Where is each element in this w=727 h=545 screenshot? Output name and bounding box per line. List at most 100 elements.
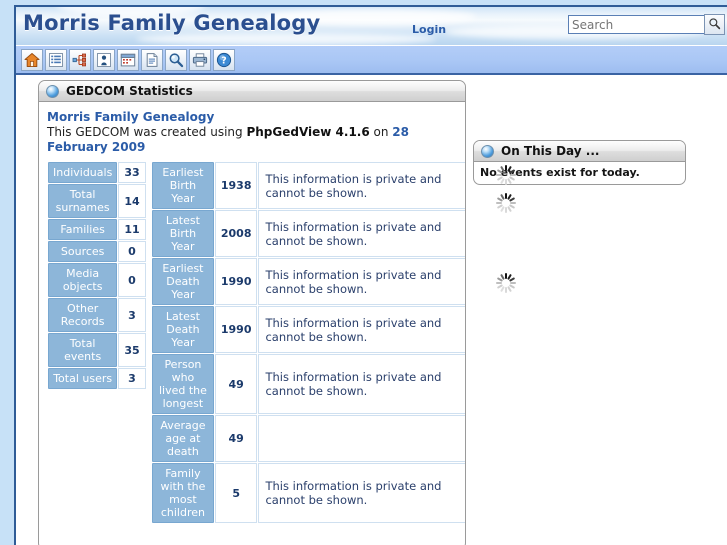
toolbar-reports-button[interactable] [141,48,163,71]
software-version: PhpGedView 4.1.6 [246,125,370,139]
spinner-spoke [505,207,507,213]
table-row: Other Records 3 [48,298,146,332]
stat-note: This information is private and cannot b… [258,354,465,414]
tree-chart-icon [72,52,88,68]
stat-label: Individuals [48,162,118,183]
stat-note: This information is private and cannot b… [258,210,465,257]
stat-value: 2008 [214,210,258,257]
table-row: Total surnames 14 [48,184,146,218]
created-prefix: This GEDCOM was created using [47,125,247,139]
loading-spinner-icon [495,272,517,294]
document-icon [144,52,160,68]
stat-label: Family with the most children [152,463,214,523]
printer-icon [192,52,208,68]
table-row: Sources 0 [48,241,146,262]
stat-value: 1990 [214,306,258,353]
gedcom-description: This GEDCOM was created using PhpGedView… [47,125,452,155]
list-icon [48,52,64,68]
on-this-day-title: On This Day ... [501,144,600,158]
table-row: Earliest Death Year 1990 This information … [152,258,465,305]
table-row: Media objects 0 [48,263,146,297]
table-row: Family with the most children 5 This infor… [152,463,465,523]
gedcom-name: Morris Family Genealogy [47,110,215,124]
stat-value: 49 [214,354,258,414]
stat-value: 14 [118,184,146,218]
detail-statistics-body: Earliest Birth Year 1938 This information … [152,162,465,523]
stat-value: 11 [118,219,146,240]
spinner-spoke [496,282,502,284]
stat-value: 33 [118,162,146,183]
person-icon [96,52,112,68]
stat-note: This information is private and cannot b… [258,463,465,523]
toolbar-charts-button[interactable] [69,48,91,71]
help-icon: ? [216,52,232,68]
page-title: Morris Family Genealogy [23,11,321,35]
stat-label: Total surnames [48,184,118,218]
icon-toolbar: ? [16,45,727,75]
table-row: Earliest Birth Year 1938 This information … [152,162,465,209]
stat-note [258,415,465,462]
stat-value: 5 [214,463,258,523]
svg-text:?: ? [221,55,226,66]
stat-label: Media objects [48,263,118,297]
gedcom-statistics-title: GEDCOM Statistics [66,84,193,98]
main-content: GEDCOM Statistics Morris Family Genealog… [16,75,727,545]
table-row: Person who lived the longest 49 This infor… [152,354,465,414]
stat-value: 35 [118,333,146,367]
toolbar-lists-button[interactable] [45,48,67,71]
gedcom-statistics-header: GEDCOM Statistics [39,81,465,102]
blue-orb-icon [481,144,494,158]
search-submit-button[interactable] [704,14,725,35]
spinner-spoke [496,174,502,176]
blue-orb-icon [46,84,59,98]
magnifier-icon [708,17,721,33]
table-row: Latest Birth Year 2008 This information is… [152,210,465,257]
stat-label: Other Records [48,298,118,332]
spinner-spoke [496,202,502,204]
stat-label: Latest Birth Year [152,210,214,257]
table-row: Individuals 33 [48,162,146,183]
loading-spinner-icon [495,192,517,214]
stat-label: Person who lived the longest [152,354,214,414]
calendar-icon [120,52,136,68]
stat-label: Sources [48,241,118,262]
login-link[interactable]: Login [412,23,446,36]
summary-counts-body: Individuals 33 Total surnames 14 Families 11 S… [48,162,146,389]
page-frame: Morris Family Genealogy Login Search ? G… [14,5,727,545]
home-icon [24,52,40,68]
table-row: Latest Death Year 1990 This information is… [152,306,465,353]
spinner-spoke [505,179,507,185]
stat-value: 3 [118,298,146,332]
toolbar-home-button[interactable] [21,48,43,71]
table-row: Total events 35 [48,333,146,367]
table-row: Families 11 [48,219,146,240]
toolbar-calendar-button[interactable] [117,48,139,71]
toolbar-individual-button[interactable] [93,48,115,71]
toolbar-print-button[interactable] [189,48,211,71]
site-header: Morris Family Genealogy Login [16,7,727,45]
stat-note: This information is private and cannot b… [258,258,465,305]
stat-label: Total users [48,368,118,389]
stat-note: This information is private and cannot b… [258,306,465,353]
stat-label: Average age at death [152,415,214,462]
stat-label: Total events [48,333,118,367]
spinner-spoke [505,287,507,293]
detail-statistics-table: Earliest Birth Year 1938 This information … [151,161,465,524]
summary-counts-table: Individuals 33 Total surnames 14 Families 11 S… [47,161,147,390]
gedcom-statistics-panel: GEDCOM Statistics Morris Family Genealog… [38,80,466,545]
stat-value: 1990 [214,258,258,305]
stat-value: 0 [118,241,146,262]
stat-value: 49 [214,415,258,462]
search-input[interactable] [568,15,708,34]
stat-label: Earliest Birth Year [152,162,214,209]
on-this-day-header: On This Day ... [474,141,685,162]
toolbar-search-button[interactable] [165,48,187,71]
stat-label: Families [48,219,118,240]
stat-label: Latest Death Year [152,306,214,353]
stat-label: Earliest Death Year [152,258,214,305]
loading-spinner-icon [495,164,517,186]
stat-value: 0 [118,263,146,297]
toolbar-help-button[interactable]: ? [213,48,235,71]
magnifier-icon [168,52,184,68]
stat-value: 3 [118,368,146,389]
